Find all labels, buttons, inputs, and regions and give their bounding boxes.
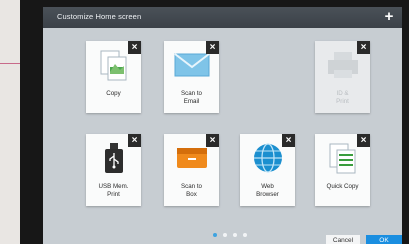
tile-label: Copy (106, 90, 121, 97)
ok-button[interactable]: OK (366, 235, 402, 244)
close-icon[interactable]: × (282, 134, 295, 147)
tile-web-browser[interactable]: Web Browser × (240, 134, 295, 206)
cancel-button[interactable]: Cancel (326, 235, 360, 244)
tile-scan-to-email[interactable]: Scan to Email × (164, 41, 219, 113)
close-icon[interactable]: × (357, 134, 370, 147)
tile-label: Scan to Email (181, 90, 202, 105)
tile-id-print[interactable]: ID & Print × (315, 41, 370, 113)
page-dot[interactable] (243, 233, 247, 237)
tile-label: ID & Print (336, 90, 349, 105)
add-button[interactable]: + (381, 9, 397, 25)
close-icon[interactable]: × (206, 41, 219, 54)
page-dot[interactable] (213, 233, 217, 237)
page-title: Customize Home screen (57, 12, 142, 21)
touch-screen: Customize Home screen + Copy × Scan to E… (43, 7, 402, 244)
close-icon[interactable]: × (128, 41, 141, 54)
tile-label: USB Mem. Print (98, 183, 129, 198)
close-icon[interactable]: × (206, 134, 219, 147)
tile-usb-mem-print[interactable]: USB Mem. Print × (86, 134, 141, 206)
tile-scan-to-box[interactable]: Scan to Box × (164, 134, 219, 206)
tile-label: Quick Copy (326, 183, 359, 190)
close-icon[interactable]: × (357, 41, 370, 54)
page-indicator (213, 233, 247, 237)
title-bar: Customize Home screen + (43, 7, 402, 28)
page-dot[interactable] (223, 233, 227, 237)
tile-label: Scan to Box (181, 183, 202, 198)
page-dot[interactable] (233, 233, 237, 237)
tile-quick-copy[interactable]: Quick Copy × (315, 134, 370, 206)
tile-label: Web Browser (256, 183, 279, 198)
tile-copy[interactable]: Copy × (86, 41, 141, 113)
close-icon[interactable]: × (128, 134, 141, 147)
